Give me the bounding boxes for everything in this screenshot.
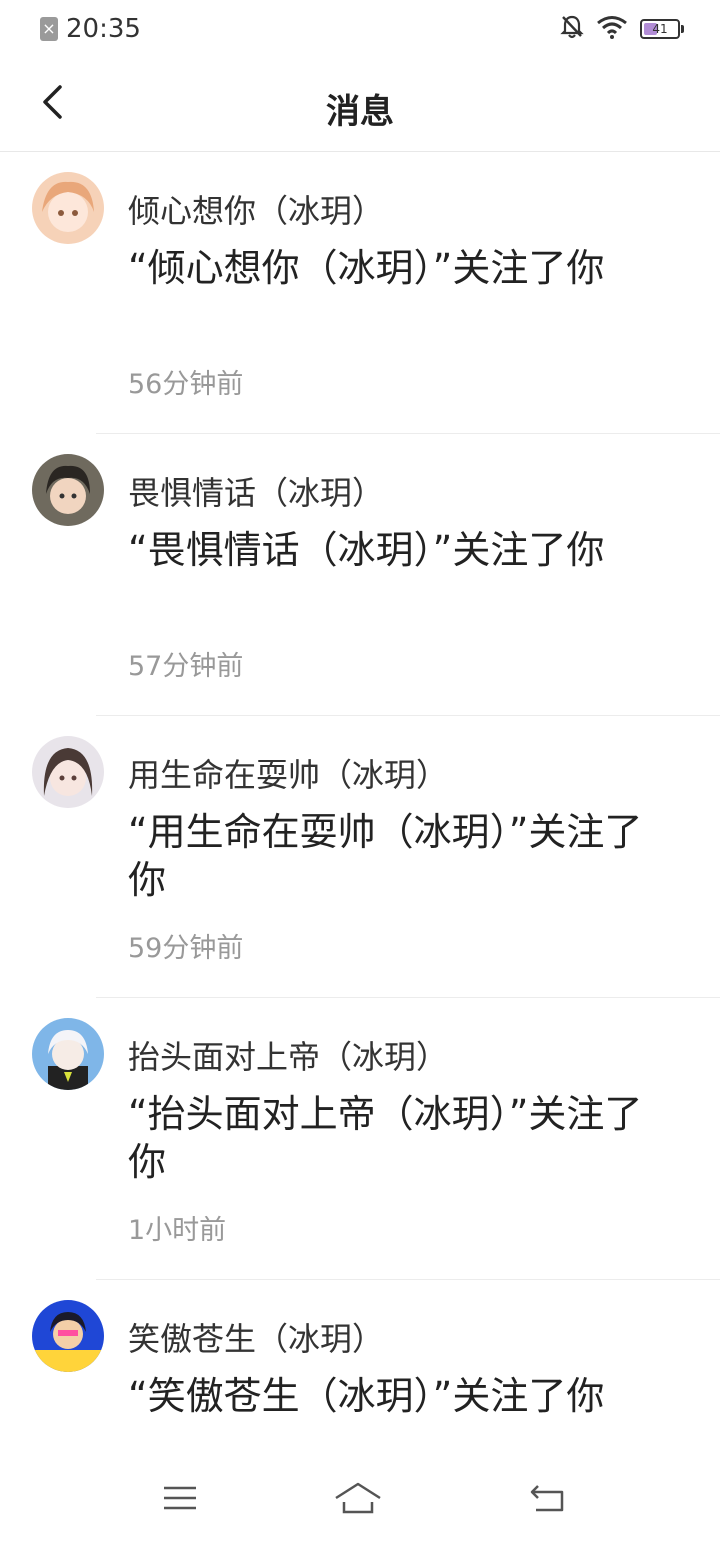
list-item[interactable]: 畏惧情话（冰玥） “畏惧情话（冰玥）”关注了你 57分钟前 xyxy=(0,434,720,716)
menu-button[interactable] xyxy=(156,1480,204,1520)
message-text: “倾心想你（冰玥）”关注了你 xyxy=(128,246,605,290)
sender-name: 抬头面对上帝（冰玥） xyxy=(128,1038,449,1076)
wifi-icon xyxy=(596,15,628,43)
avatar[interactable] xyxy=(32,1018,104,1090)
page-title: 消息 xyxy=(326,92,394,132)
message-text: “用生命在耍帅（冰玥）”关注了你 xyxy=(128,810,643,902)
bell-muted-icon xyxy=(560,14,584,44)
message-text: “畏惧情话（冰玥）”关注了你 xyxy=(128,528,605,572)
status-time: 20:35 xyxy=(66,14,141,44)
list-item[interactable]: 抬头面对上帝（冰玥） “抬头面对上帝（冰玥）”关注了你 1小时前 xyxy=(0,998,720,1280)
avatar[interactable] xyxy=(32,736,104,808)
status-right: 41 xyxy=(560,14,684,44)
list-item[interactable]: 倾心想你（冰玥） “倾心想你（冰玥）”关注了你 56分钟前 xyxy=(0,152,720,434)
sender-name: 畏惧情话（冰玥） xyxy=(128,474,385,512)
home-icon xyxy=(332,1480,384,1520)
list-item[interactable]: 用生命在耍帅（冰玥） “用生命在耍帅（冰玥）”关注了你 59分钟前 xyxy=(0,716,720,998)
sender-name: 笑傲苍生（冰玥） xyxy=(128,1320,385,1358)
message-time: 56分钟前 xyxy=(128,369,244,400)
home-button[interactable] xyxy=(334,1480,382,1520)
system-navigation-bar xyxy=(0,1462,720,1544)
message-time: 59分钟前 xyxy=(128,933,244,964)
message-text: “笑傲苍生（冰玥）”关注了你 xyxy=(128,1374,605,1418)
header: 消息 xyxy=(0,56,720,152)
menu-icon xyxy=(162,1483,198,1517)
battery-text: 41 xyxy=(652,22,668,36)
sender-name: 用生命在耍帅（冰玥） xyxy=(128,756,449,794)
message-text: “抬头面对上帝（冰玥）”关注了你 xyxy=(128,1092,643,1184)
sim-error-icon xyxy=(40,17,58,41)
message-list[interactable]: 倾心想你（冰玥） “倾心想你（冰玥）”关注了你 56分钟前 畏惧情话（冰玥） “… xyxy=(0,152,720,1544)
battery-icon: 41 xyxy=(640,19,684,39)
status-bar: 20:35 41 xyxy=(0,0,720,56)
sender-name: 倾心想你（冰玥） xyxy=(128,192,385,230)
avatar[interactable] xyxy=(32,454,104,526)
status-left: 20:35 xyxy=(40,14,141,44)
message-time: 1小时前 xyxy=(128,1215,227,1246)
avatar[interactable] xyxy=(32,1300,104,1372)
message-time: 57分钟前 xyxy=(128,651,244,682)
back-return-icon xyxy=(528,1482,568,1518)
avatar[interactable] xyxy=(32,172,104,244)
back-return-button[interactable] xyxy=(524,1480,572,1520)
